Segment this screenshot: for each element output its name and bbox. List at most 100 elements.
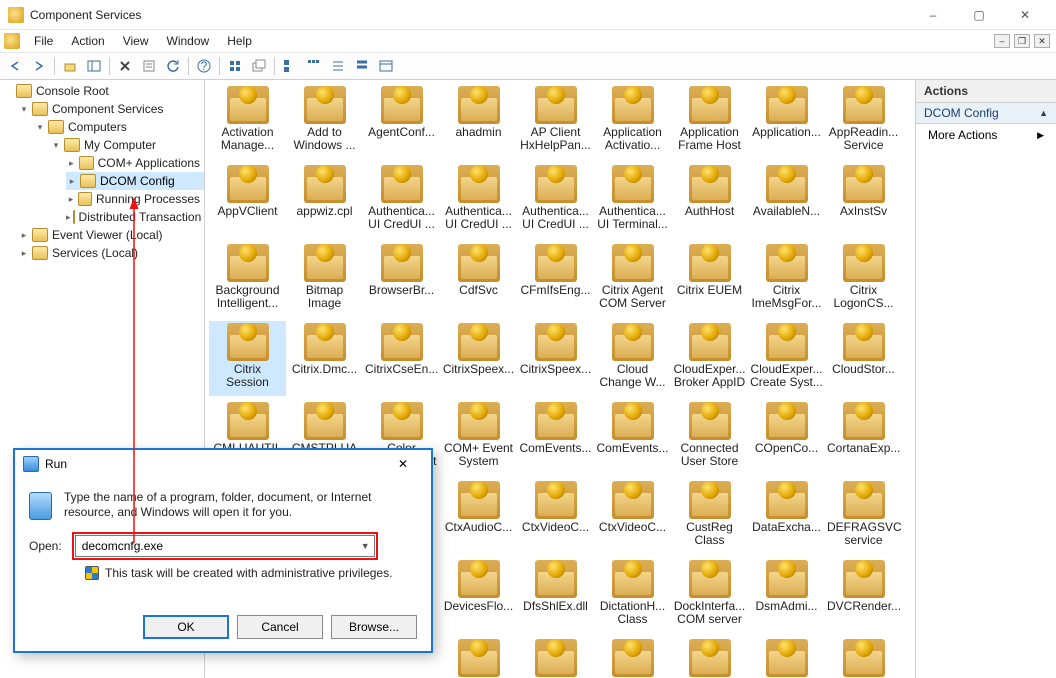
list-item[interactable]: DictationH... Class <box>594 558 671 633</box>
list-item[interactable]: DVCRender... <box>825 558 902 633</box>
list-item[interactable]: CortanaExp... <box>825 400 902 475</box>
list-item[interactable]: Activation Manage... <box>209 84 286 159</box>
list-item[interactable]: COM+ Event System <box>440 400 517 475</box>
tree-node-console-root[interactable]: Console Root <box>2 82 204 100</box>
help-button[interactable]: ? <box>193 55 215 77</box>
list-item[interactable]: EditionUpg... <box>440 637 517 678</box>
list-item[interactable]: Authentica... UI CredUI ... <box>440 163 517 238</box>
list-item[interactable]: Cloud Change W... <box>594 321 671 396</box>
list-item[interactable]: DEFRAGSVC service <box>825 479 902 554</box>
list-item[interactable]: Citrix EUEM <box>671 242 748 317</box>
actions-context-row[interactable]: DCOM Config ▲ <box>916 103 1056 124</box>
new-window-button[interactable] <box>248 55 270 77</box>
tree-node-component-services[interactable]: ▾ Component Services <box>18 100 204 118</box>
mdi-close-button[interactable]: ✕ <box>1034 34 1050 48</box>
list-item[interactable]: EmailClient Class <box>671 637 748 678</box>
delete-button[interactable] <box>114 55 136 77</box>
list-item[interactable]: AxInstSv <box>825 163 902 238</box>
view-mode-1-button[interactable] <box>279 55 301 77</box>
view-mode-3-button[interactable] <box>327 55 349 77</box>
list-item[interactable]: Application Activatio... <box>594 84 671 159</box>
view-mode-2-button[interactable] <box>303 55 325 77</box>
tree-node-running-processes[interactable]: ▸ Running Processes <box>66 190 204 208</box>
list-item[interactable]: ComEvents... <box>517 400 594 475</box>
tree-node-my-computer[interactable]: ▾ My Computer <box>50 136 204 154</box>
view-mode-5-button[interactable] <box>375 55 397 77</box>
up-folder-button[interactable] <box>59 55 81 77</box>
list-item[interactable]: Application Frame Host <box>671 84 748 159</box>
menu-view[interactable]: View <box>115 32 157 50</box>
list-item[interactable]: ahadmin <box>440 84 517 159</box>
list-item[interactable]: Citrix.Dmc... <box>286 321 363 396</box>
list-item[interactable]: Elevated System S... <box>517 637 594 678</box>
list-item[interactable]: Authentica... UI CredUI ... <box>363 163 440 238</box>
minimize-button[interactable]: – <box>910 0 956 30</box>
tree-node-distributed-txn[interactable]: ▸ Distributed Transaction Coordinator <box>66 208 204 226</box>
nav-forward-button[interactable] <box>28 55 50 77</box>
menu-help[interactable]: Help <box>219 32 260 50</box>
list-item[interactable]: Citrix LogonCS... <box>825 242 902 317</box>
list-item[interactable]: Connected User Store <box>671 400 748 475</box>
view-large-icons-button[interactable] <box>224 55 246 77</box>
run-close-button[interactable]: ✕ <box>383 451 423 477</box>
list-item[interactable]: Bitmap Image <box>286 242 363 317</box>
list-item[interactable]: Citrix Session Recording ... <box>209 321 286 396</box>
list-item[interactable]: COpenCo... <box>748 400 825 475</box>
run-browse-button[interactable]: Browse... <box>331 615 417 639</box>
list-item[interactable]: Application... <box>748 84 825 159</box>
view-mode-4-button[interactable] <box>351 55 373 77</box>
tree-node-computers[interactable]: ▾ Computers <box>34 118 204 136</box>
list-item[interactable]: CitrixSpeex... <box>517 321 594 396</box>
list-item[interactable]: Background Intelligent... <box>209 242 286 317</box>
nav-back-button[interactable] <box>4 55 26 77</box>
list-item[interactable]: DockInterfa... COM server <box>671 558 748 633</box>
list-item[interactable]: CloudExper... Broker AppID <box>671 321 748 396</box>
menu-action[interactable]: Action <box>63 32 112 50</box>
tree-node-services-local[interactable]: ▸ Services (Local) <box>18 244 204 262</box>
list-item[interactable]: DevicesFlo... <box>440 558 517 633</box>
list-item[interactable]: Authentica... UI Terminal... <box>594 163 671 238</box>
menu-file[interactable]: File <box>26 32 61 50</box>
list-item[interactable]: Citrix Agent COM Server <box>594 242 671 317</box>
tree-node-event-viewer[interactable]: ▸ Event Viewer (Local) <box>18 226 204 244</box>
list-item[interactable]: DsmAdmi... <box>748 558 825 633</box>
list-item[interactable]: Add to Windows ... <box>286 84 363 159</box>
list-item[interactable]: CloudExper... Create Syst... <box>748 321 825 396</box>
list-item[interactable]: Citrix ImeMsgFor... <box>748 242 825 317</box>
list-item[interactable]: ComEvents... <box>594 400 671 475</box>
list-item[interactable]: CitrixSpeex... <box>440 321 517 396</box>
list-item[interactable]: CFmIfsEng... <box>517 242 594 317</box>
show-hide-tree-button[interactable] <box>83 55 105 77</box>
list-item[interactable]: BrowserBr... <box>363 242 440 317</box>
mdi-restore-button[interactable]: ❐ <box>1014 34 1030 48</box>
list-item[interactable]: CtxAudioC... <box>440 479 517 554</box>
list-item[interactable]: Authentica... UI CredUI ... <box>517 163 594 238</box>
run-cancel-button[interactable]: Cancel <box>237 615 323 639</box>
list-item[interactable]: AuthHost <box>671 163 748 238</box>
list-item[interactable]: EnhancedS... <box>748 637 825 678</box>
close-button[interactable]: ✕ <box>1002 0 1048 30</box>
list-item[interactable]: EntAppSvc <box>825 637 902 678</box>
refresh-button[interactable] <box>162 55 184 77</box>
list-item[interactable]: AgentConf... <box>363 84 440 159</box>
properties-button[interactable] <box>138 55 160 77</box>
menu-window[interactable]: Window <box>159 32 218 50</box>
tree-node-dcom-config[interactable]: ▸ DCOM Config <box>66 172 204 190</box>
list-item[interactable]: CitrixCseEn... <box>363 321 440 396</box>
mdi-minimize-button[interactable]: – <box>994 34 1010 48</box>
list-item[interactable]: CtxVideoC... <box>517 479 594 554</box>
run-open-input[interactable] <box>80 538 357 554</box>
list-item[interactable]: Elevated-U... Explorer Fa... <box>594 637 671 678</box>
maximize-button[interactable]: ▢ <box>956 0 1002 30</box>
run-open-combobox[interactable]: ▼ <box>75 535 375 557</box>
list-item[interactable]: DfsShlEx.dll <box>517 558 594 633</box>
list-item[interactable]: CdfSvc <box>440 242 517 317</box>
list-item[interactable]: AppVClient <box>209 163 286 238</box>
action-more-actions[interactable]: More Actions ▶ <box>916 124 1056 146</box>
list-item[interactable]: AppReadin... Service <box>825 84 902 159</box>
list-item[interactable]: CustReg Class <box>671 479 748 554</box>
list-item[interactable]: appwiz.cpl <box>286 163 363 238</box>
tree-node-com-plus[interactable]: ▸ COM+ Applications <box>66 154 204 172</box>
list-item[interactable]: AvailableN... <box>748 163 825 238</box>
list-item[interactable]: CtxVideoC... <box>594 479 671 554</box>
